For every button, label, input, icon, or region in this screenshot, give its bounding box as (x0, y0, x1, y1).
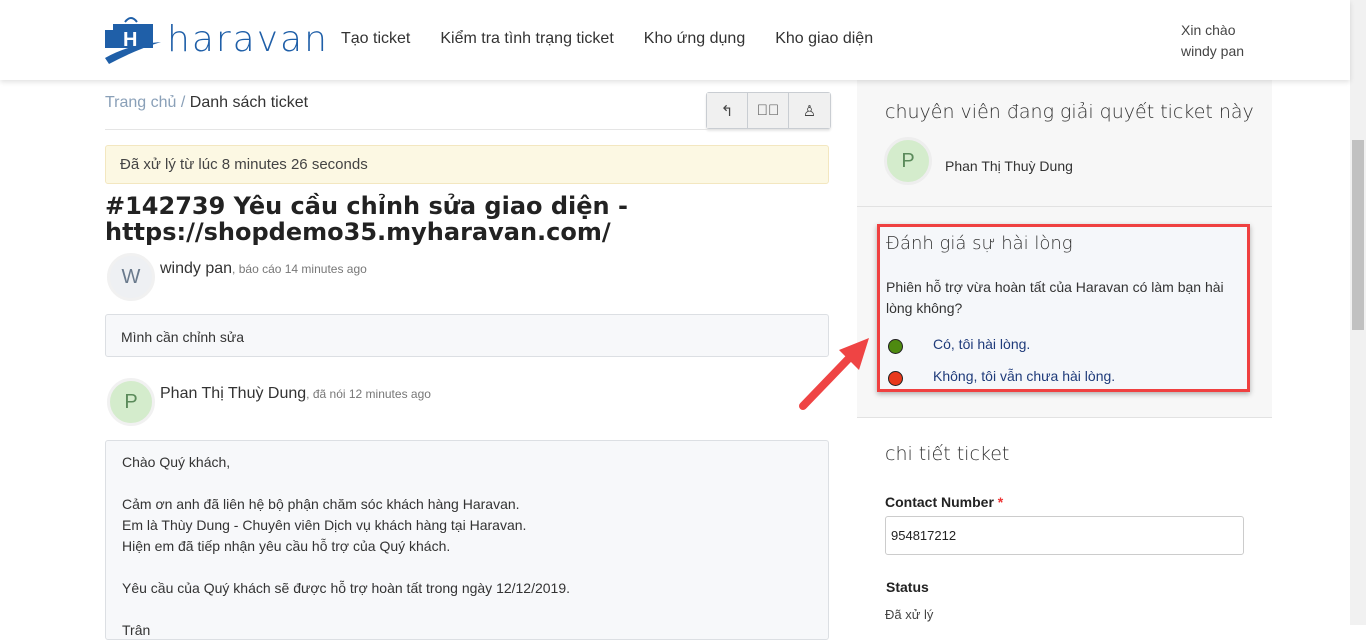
top-header: H haravan Tạo ticket Kiểm tra tình trạng… (0, 0, 1350, 80)
check-circle-icon: ✓⃝ (756, 102, 780, 119)
comment-author: windy pan, báo cáo 14 minutes ago (160, 260, 367, 278)
assigned-agent-panel: chuyên viên đang giải quyết ticket này P… (857, 80, 1272, 207)
green-circle-icon (888, 338, 903, 354)
agent-avatar: P (884, 137, 932, 185)
details-heading: chi tiết ticket (885, 443, 1010, 465)
reply-button[interactable]: ↰ (707, 93, 748, 128)
user-name: windy pan (1181, 43, 1245, 59)
user-greeting[interactable]: Xin chào windy pan (1181, 20, 1244, 62)
avatar: W (107, 253, 155, 301)
rating-no-label[interactable]: Không, tôi vẫn chưa hài lòng. (933, 368, 1115, 384)
comment-line: Mình cần chỉnh sửa (121, 329, 244, 345)
resolve-button[interactable]: ✓⃝ (748, 93, 789, 128)
breadcrumb-current: Danh sách ticket (189, 94, 309, 111)
brand-name: haravan (167, 18, 329, 60)
assign-button[interactable]: ♙ (789, 93, 830, 128)
comment-author: Phan Thị Thuỳ Dung, đã nói 12 minutes ag… (160, 385, 431, 403)
contact-number-input[interactable]: 954817212 (885, 516, 1244, 555)
contact-label-text: Contact Number (885, 494, 994, 510)
scrollbar-thumb[interactable] (1352, 140, 1364, 330)
rating-no-option[interactable]: Không, tôi vẫn chưa hài lòng. (888, 368, 1115, 386)
agent-heading: chuyên viên đang giải quyết ticket này (885, 101, 1254, 123)
rating-heading: Đánh giá sự hài lòng (886, 233, 1073, 254)
reply-icon: ↰ (720, 102, 734, 120)
required-marker: * (997, 494, 1004, 510)
author-name: Phan Thị Thuỳ Dung (160, 385, 307, 402)
comment-body: Chào Quý khách, Cảm ơn anh đã liên hệ bộ… (105, 440, 829, 640)
comment-meta: , báo cáo 14 minutes ago (232, 262, 367, 276)
greeting-text: Xin chào (1181, 22, 1236, 38)
breadcrumb: Trang chủ / Danh sách ticket (105, 94, 308, 112)
comment-line: Yêu cầu của Quý khách sẽ được hỗ trợ hoà… (122, 580, 571, 596)
comment-line: Em là Thùy Dung - Chuyên viên Dịch vụ kh… (122, 517, 527, 533)
nav-check-ticket[interactable]: Kiểm tra tình trạng ticket (440, 30, 613, 48)
comment-line: Hiện em đã tiếp nhận yêu cầu hỗ trợ của … (122, 538, 451, 554)
red-circle-icon (888, 370, 903, 386)
status-alert: Đã xử lý từ lúc 8 minutes 26 seconds (105, 145, 829, 184)
agent-name: Phan Thị Thuỳ Dung (945, 158, 1073, 174)
author-name: windy pan (160, 260, 233, 277)
add-user-icon: ♙ (802, 102, 817, 120)
comment-meta: , đã nói 12 minutes ago (306, 387, 431, 401)
red-arrow-annotation-icon (799, 338, 869, 410)
comment-body: Mình cần chỉnh sửa (105, 314, 829, 357)
rating-question: Phiên hỗ trợ vừa hoàn tất của Haravan có… (886, 279, 1224, 316)
status-value: Đã xử lý (885, 607, 934, 622)
nav-theme-store[interactable]: Kho giao diện (775, 30, 873, 48)
shopping-bag-logo-icon: H (105, 17, 161, 64)
comment-line: Chào Quý khách, (122, 454, 231, 470)
nav-create-ticket[interactable]: Tạo ticket (341, 30, 410, 48)
rating-yes-option[interactable]: Có, tôi hài lòng. (888, 336, 1030, 354)
nav-app-store[interactable]: Kho ứng dụng (644, 30, 745, 48)
comment-line: Cảm ơn anh đã liên hệ bộ phận chăm sóc k… (122, 496, 520, 512)
divider (105, 129, 829, 130)
breadcrumb-home[interactable]: Trang chủ / (105, 94, 185, 111)
status-label: Status (886, 579, 929, 595)
contact-number-label: Contact Number * (885, 494, 1003, 510)
avatar: P (107, 378, 155, 426)
satisfaction-rating-box: Đánh giá sự hài lòng Phiên hỗ trợ vừa ho… (877, 224, 1250, 392)
ticket-toolbar: ↰ ✓⃝ ♙ (706, 92, 831, 129)
rating-yes-label[interactable]: Có, tôi hài lòng. (933, 336, 1030, 352)
haravan-logo[interactable]: H haravan (105, 14, 329, 64)
ticket-title: #142739 Yêu cầu chỉnh sửa giao diện - ht… (105, 192, 628, 246)
comment-line: Trân (122, 622, 151, 638)
